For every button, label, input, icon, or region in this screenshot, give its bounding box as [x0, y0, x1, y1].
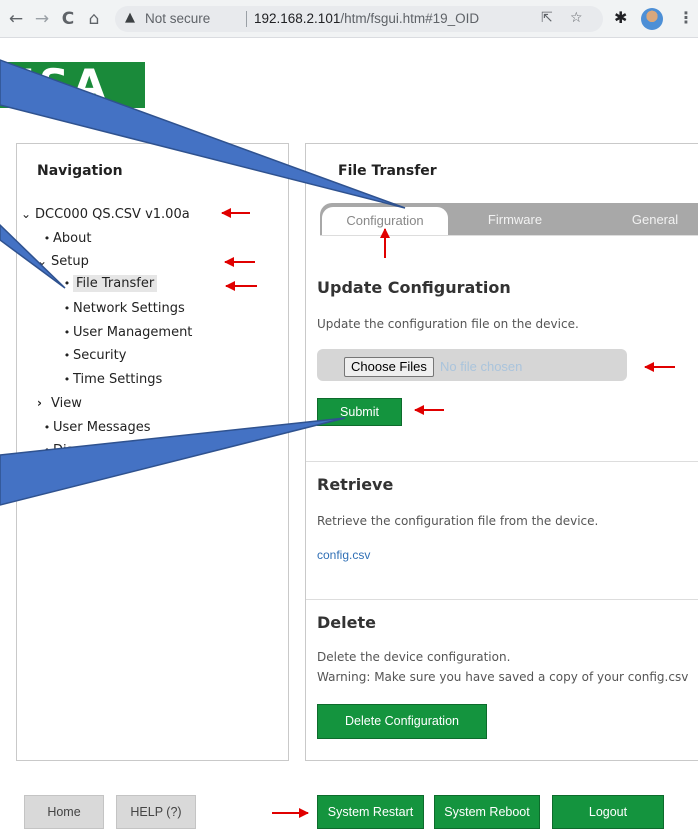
bullet-icon: • — [63, 277, 71, 290]
url-path: /htm/fsgui.htm#19_OID — [340, 11, 480, 26]
bullet-icon: • — [63, 373, 71, 386]
choose-files-button[interactable]: Choose Files — [344, 357, 434, 377]
bullet-icon: • — [63, 349, 71, 362]
retrieve-description: Retrieve the configuration file from the… — [317, 514, 599, 528]
browser-toolbar: ← → C ⌂ ▲ Not secure 192.168.2.101/htm/f… — [0, 0, 698, 38]
submit-button[interactable]: Submit — [317, 398, 402, 426]
home-icon[interactable]: ⌂ — [84, 9, 104, 29]
tree-item-user-management[interactable]: • User Management — [61, 325, 193, 340]
system-reboot-button[interactable]: System Reboot — [434, 795, 540, 829]
profile-avatar[interactable] — [641, 8, 663, 30]
warning-triangle-icon[interactable]: ▲ — [125, 10, 135, 25]
help-button[interactable]: HELP (?) — [116, 795, 196, 829]
delete-heading: Delete — [317, 613, 376, 632]
tree-label: File Transfer — [73, 275, 158, 292]
tree-item-network-settings[interactable]: • Network Settings — [61, 301, 185, 316]
tree-item-time-settings[interactable]: • Time Settings — [61, 372, 163, 387]
update-configuration-description: Update the configuration file on the dev… — [317, 317, 579, 331]
bullet-icon: • — [43, 232, 51, 245]
bullet-icon: • — [63, 326, 71, 339]
bullet-icon: • — [43, 444, 51, 457]
tree-node-view[interactable]: › View — [37, 396, 82, 411]
reload-icon[interactable]: C — [58, 9, 78, 29]
tree-item-security[interactable]: • Security — [61, 348, 127, 363]
bullet-icon: • — [63, 302, 71, 315]
tree-label: Diagnostics — [53, 443, 129, 458]
tree-label: Time Settings — [73, 372, 163, 387]
config-csv-link[interactable]: config.csv — [317, 548, 370, 562]
page-title: File Transfer — [338, 163, 437, 179]
tree-node-setup[interactable]: ⌄ Setup — [37, 254, 89, 269]
tab-general[interactable]: General — [610, 206, 698, 235]
navigation-panel: Navigation ⌄ DCC000 QS.CSV v1.00a • About … — [16, 143, 289, 761]
tree-item-file-transfer[interactable]: • File Transfer — [61, 275, 158, 292]
delete-configuration-button[interactable]: Delete Configuration — [317, 704, 487, 739]
tree-label: DCC000 QS.CSV v1.00a — [35, 207, 190, 222]
no-file-label: No file chosen — [440, 359, 523, 374]
tree-label: About — [53, 231, 92, 246]
tree-node-root[interactable]: ⌄ DCC000 QS.CSV v1.00a — [21, 207, 190, 222]
bookmark-star-icon[interactable]: ☆ — [570, 10, 583, 26]
chevron-right-icon: › — [37, 396, 42, 410]
url-text[interactable]: 192.168.2.101/htm/fsgui.htm#19_OID — [254, 11, 479, 26]
navigation-title: Navigation — [37, 163, 123, 179]
file-transfer-panel: File Transfer Configuration Firmware Gen… — [305, 143, 698, 761]
tree-label: Security — [73, 348, 127, 363]
home-button[interactable]: Home — [24, 795, 104, 829]
chevron-down-icon: ⌄ — [37, 254, 48, 268]
tree-label: Network Settings — [73, 301, 185, 316]
company-logo: FSA — [0, 62, 145, 108]
security-status[interactable]: Not secure — [145, 11, 210, 26]
file-input[interactable]: Choose Files No file chosen — [317, 349, 627, 381]
tree-item-about[interactable]: • About — [41, 231, 92, 246]
section-divider — [306, 461, 698, 462]
share-icon[interactable]: ⇱ — [541, 10, 553, 26]
address-bar[interactable]: ▲ Not secure 192.168.2.101/htm/fsgui.htm… — [115, 6, 603, 32]
tab-firmware[interactable]: Firmware — [470, 206, 560, 235]
delete-warning: Warning: Make sure you have saved a copy… — [317, 670, 689, 684]
tree-label: View — [51, 396, 82, 411]
tree-label: Setup — [51, 254, 89, 269]
back-arrow-icon[interactable]: ← — [6, 9, 26, 29]
tree-item-user-messages[interactable]: • User Messages — [41, 420, 151, 435]
tree-label: User Messages — [53, 420, 151, 435]
more-menu-icon[interactable]: ⋮ — [678, 8, 694, 27]
url-host: 192.168.2.101 — [254, 11, 341, 26]
tab-underline — [320, 235, 698, 236]
forward-arrow-icon[interactable]: → — [32, 9, 52, 29]
logout-button[interactable]: Logout — [552, 795, 664, 829]
update-configuration-heading: Update Configuration — [317, 278, 511, 297]
delete-description: Delete the device configuration. — [317, 650, 511, 664]
chevron-down-icon: ⌄ — [21, 207, 32, 221]
bullet-icon: • — [43, 421, 51, 434]
tree-item-diagnostics[interactable]: • Diagnostics — [41, 443, 129, 458]
tab-bar: Configuration Firmware General — [320, 203, 698, 235]
tab-configuration[interactable]: Configuration — [321, 206, 449, 235]
omnibox-separator — [246, 11, 247, 27]
system-restart-button[interactable]: System Restart — [317, 795, 424, 829]
extensions-puzzle-icon[interactable]: ✱ — [614, 8, 627, 27]
retrieve-heading: Retrieve — [317, 475, 394, 494]
section-divider — [306, 599, 698, 600]
tree-label: User Management — [73, 325, 193, 340]
page: ← → C ⌂ ▲ Not secure 192.168.2.101/htm/f… — [0, 0, 698, 831]
